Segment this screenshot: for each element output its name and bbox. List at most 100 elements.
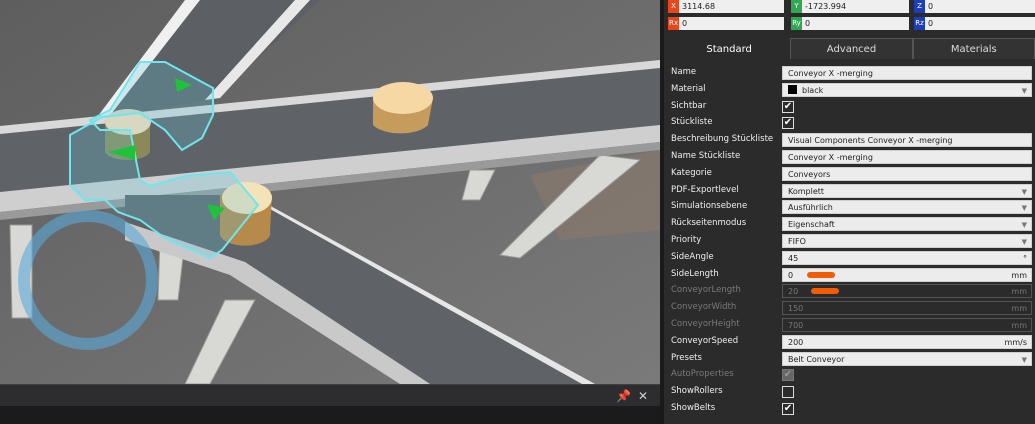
tab-advanced[interactable]: Advanced bbox=[790, 38, 913, 59]
chevron-down-icon: ▼ bbox=[1021, 237, 1027, 246]
unit: ° bbox=[1023, 253, 1027, 263]
prop-side-length: SideLength 0 mm bbox=[668, 267, 1035, 284]
y-field[interactable]: Y -1723.994 bbox=[791, 0, 909, 13]
pdf-select[interactable]: Komplett ▼ bbox=[782, 183, 1032, 198]
prop-simulation: Simulationsebene Ausführlich ▼ bbox=[668, 199, 1035, 216]
annotation-mark bbox=[807, 271, 835, 278]
output-panel-header: 📌 ✕ bbox=[0, 384, 660, 406]
x-field[interactable]: X 3114.68 bbox=[668, 0, 784, 13]
unit: mm bbox=[1011, 320, 1027, 330]
properties-panel: X 3114.68 Y -1723.994 Z0 Rx 0 Ry 0 Rz 0 Stand… bbox=[664, 0, 1035, 424]
label: PDF-Exportlevel bbox=[671, 184, 739, 195]
unit: mm bbox=[1011, 270, 1027, 280]
presets-select[interactable]: Belt Conveyor ▼ bbox=[782, 351, 1032, 366]
value: Eigenschaft bbox=[788, 220, 835, 230]
show-belts-checkbox[interactable]: ✔ bbox=[782, 402, 794, 415]
label: ShowRollers bbox=[671, 386, 723, 397]
prop-presets: Presets Belt Conveyor ▼ bbox=[668, 351, 1035, 368]
name-stueckliste-input[interactable]: Conveyor X -merging bbox=[782, 149, 1032, 164]
tab-standard[interactable]: Standard bbox=[668, 38, 791, 59]
prop-sichtbar: Sichtbar ✔ bbox=[668, 99, 1035, 116]
value: 20 bbox=[788, 287, 799, 297]
value: Visual Components Conveyor X -merging bbox=[788, 136, 953, 146]
prop-beschreibung: Beschreibung Stückliste Visual Components… bbox=[668, 132, 1035, 149]
label: Simulationsebene bbox=[671, 201, 748, 212]
prop-show-belts: ShowBelts ✔ bbox=[668, 401, 1035, 418]
y-value: -1723.994 bbox=[805, 2, 847, 11]
stueckliste-checkbox[interactable]: ✔ bbox=[782, 117, 794, 130]
pin-icon[interactable]: 📌 bbox=[616, 389, 631, 403]
prop-conveyor-height: ConveyorHeight 700 mm bbox=[668, 317, 1035, 334]
prop-material: Material black ▼ bbox=[668, 82, 1035, 99]
unit: mm bbox=[1011, 287, 1027, 297]
property-list: Name Conveyor X -merging Material black ▼ S… bbox=[668, 65, 1035, 418]
value: Conveyor X -merging bbox=[788, 152, 873, 162]
kategorie-input[interactable]: Conveyors bbox=[782, 166, 1032, 181]
conveyor-height-input: 700 mm bbox=[782, 317, 1032, 332]
chevron-down-icon: ▼ bbox=[1021, 187, 1027, 196]
label: ConveyorLength bbox=[671, 285, 741, 296]
chevron-down-icon: ▼ bbox=[1021, 355, 1027, 364]
product-cylinder bbox=[373, 82, 433, 134]
z-tag: Z bbox=[914, 0, 925, 13]
conveyor-speed-input[interactable]: 200 mm/s bbox=[782, 334, 1032, 349]
x-tag: X bbox=[668, 0, 679, 13]
ry-field[interactable]: Ry 0 bbox=[791, 17, 909, 30]
prop-kategorie: Kategorie Conveyors bbox=[668, 166, 1035, 183]
z-field[interactable]: Z0 bbox=[914, 0, 1035, 13]
z-value: 0 bbox=[928, 2, 934, 11]
close-icon[interactable]: ✕ bbox=[638, 389, 648, 403]
simulation-select[interactable]: Ausführlich ▼ bbox=[782, 200, 1032, 215]
conveyor-width-input: 150 mm bbox=[782, 301, 1032, 316]
label: Name Stückliste bbox=[671, 150, 741, 161]
label: Sichtbar bbox=[671, 100, 707, 111]
chevron-down-icon: ▼ bbox=[1021, 204, 1027, 213]
y-tag: Y bbox=[791, 0, 802, 13]
value: Belt Conveyor bbox=[788, 354, 845, 364]
tab-materials[interactable]: Materials bbox=[912, 38, 1035, 59]
scene bbox=[0, 0, 660, 384]
material-select[interactable]: black ▼ bbox=[782, 82, 1032, 97]
value: 0 bbox=[788, 270, 794, 280]
unit: mm/s bbox=[1004, 337, 1027, 347]
rueckseiten-select[interactable]: Eigenschaft ▼ bbox=[782, 217, 1032, 232]
prop-name: Name Conveyor X -merging bbox=[668, 65, 1035, 82]
prop-conveyor-length: ConveyorLength 20 mm bbox=[668, 283, 1035, 300]
label: Name bbox=[671, 67, 697, 77]
ry-tag: Ry bbox=[791, 17, 802, 30]
name-input[interactable]: Conveyor X -merging bbox=[782, 66, 1032, 80]
prop-stueckliste: Stückliste ✔ bbox=[668, 115, 1035, 132]
label: ShowBelts bbox=[671, 402, 716, 413]
value: Conveyor X -merging bbox=[788, 69, 873, 78]
priority-select[interactable]: FIFO ▼ bbox=[782, 233, 1032, 248]
label: SideLength bbox=[671, 268, 719, 279]
x-value: 3114.68 bbox=[682, 2, 716, 11]
label: ConveyorSpeed bbox=[671, 335, 739, 346]
prop-show-rollers: ShowRollers bbox=[668, 384, 1035, 401]
rx-field[interactable]: Rx 0 bbox=[668, 17, 784, 30]
beschreibung-input[interactable]: Visual Components Conveyor X -merging bbox=[782, 133, 1032, 148]
auto-properties-checkbox: ✔ bbox=[782, 369, 794, 382]
rz-field[interactable]: Rz 0 bbox=[914, 17, 1035, 30]
side-length-input[interactable]: 0 mm bbox=[782, 267, 1032, 282]
value: Conveyors bbox=[788, 169, 831, 179]
prop-priority: Priority FIFO ▼ bbox=[668, 233, 1035, 250]
value: 700 bbox=[788, 320, 804, 330]
value: 200 bbox=[788, 337, 804, 347]
label: Presets bbox=[671, 352, 702, 363]
annotation-mark bbox=[811, 288, 839, 295]
label: Priority bbox=[671, 234, 702, 245]
label: ConveyorWidth bbox=[671, 302, 737, 313]
label: AutoProperties bbox=[671, 369, 734, 380]
label: Kategorie bbox=[671, 167, 712, 178]
rz-tag: Rz bbox=[914, 17, 925, 30]
sichtbar-checkbox[interactable]: ✔ bbox=[782, 100, 794, 113]
prop-side-angle: SideAngle 45 ° bbox=[668, 250, 1035, 267]
3d-viewport[interactable] bbox=[0, 0, 660, 384]
label: Material bbox=[671, 83, 706, 94]
side-angle-input[interactable]: 45 ° bbox=[782, 250, 1032, 265]
label: Rückseitenmodus bbox=[671, 218, 747, 229]
color-swatch bbox=[788, 84, 797, 94]
show-rollers-checkbox[interactable] bbox=[782, 386, 794, 399]
unit: mm bbox=[1011, 304, 1027, 314]
